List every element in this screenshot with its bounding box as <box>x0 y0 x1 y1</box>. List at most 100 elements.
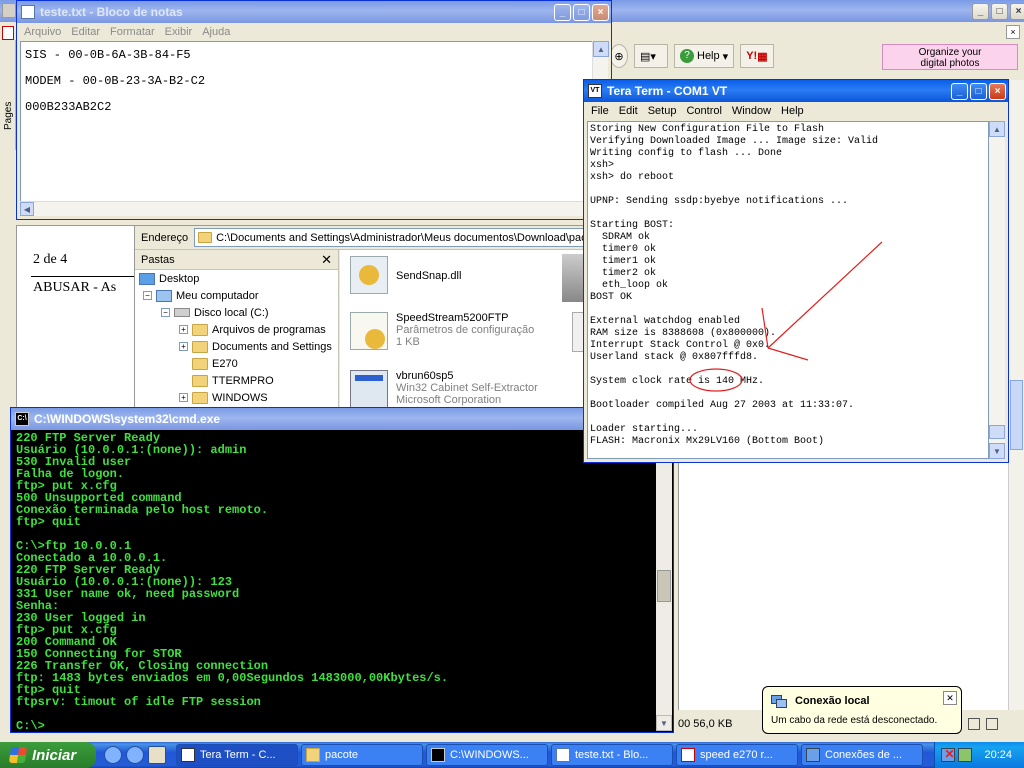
file-company: Microsoft Corporation <box>396 394 502 406</box>
close-button[interactable]: × <box>592 3 609 21</box>
collapse-icon[interactable]: − <box>161 308 170 317</box>
address-input[interactable]: C:\Documents and Settings\Administrador\… <box>194 228 585 247</box>
tree-item-desktop[interactable]: Desktop <box>135 270 338 287</box>
cmd-window: C:\ C:\WINDOWS\system32\cmd.exe 220 FTP … <box>10 407 674 733</box>
clock[interactable]: 20:24 <box>984 749 1012 761</box>
quicklaunch-desktop-icon[interactable] <box>148 746 166 764</box>
taskbar-item-cmd[interactable]: C:\WINDOWS... <box>426 744 548 766</box>
pdf-page-area: 2 de 4 ABUSAR - As <box>16 225 136 415</box>
folder-icon <box>198 232 213 243</box>
pdf-scrollbar[interactable] <box>1008 80 1024 710</box>
cmd-output[interactable]: 220 FTP Server Ready Usuário (10.0.0.1:(n… <box>14 430 655 729</box>
file-size: 1 KB <box>396 336 420 348</box>
yahoo-button[interactable]: Y! ▦ <box>740 44 774 68</box>
tree-item-windows[interactable]: + WINDOWS <box>135 389 338 406</box>
notepad-title: teste.txt - Bloco de notas <box>40 5 183 19</box>
menu-exibir[interactable]: Exibir <box>160 26 198 38</box>
start-button[interactable]: Iniciar <box>0 742 96 768</box>
quicklaunch-ie-icon[interactable] <box>104 746 122 764</box>
taskbar-item-notepad[interactable]: teste.txt - Blo... <box>551 744 673 766</box>
collapse-icon[interactable]: − <box>143 291 152 300</box>
menu-formatar[interactable]: Formatar <box>105 26 160 38</box>
taskbar-item-teraterm[interactable]: Tera Term - C... <box>176 744 298 766</box>
scroll-up-arrow[interactable]: ▲ <box>593 41 609 57</box>
single-page-icon[interactable] <box>968 718 980 730</box>
close-button[interactable]: × <box>1010 3 1024 20</box>
organize-line-2: digital photos <box>920 58 980 69</box>
cmd-scrollbar[interactable]: ▼ <box>656 430 672 731</box>
taskbar: Iniciar Tera Term - C... pacote C:\WINDO… <box>0 742 1024 768</box>
notepad-icon <box>21 5 35 19</box>
task-label: Conexões de ... <box>825 749 903 761</box>
taskbar-item-pdf[interactable]: speed e270 r... <box>676 744 798 766</box>
address-value: C:\Documents and Settings\Administrador\… <box>216 231 585 244</box>
navigate-icon[interactable]: ⊕ <box>610 44 628 68</box>
close-icon[interactable]: ✕ <box>321 252 332 268</box>
maximize-button[interactable]: □ <box>573 3 590 21</box>
desktop-icon <box>139 272 155 285</box>
continuous-page-icon[interactable] <box>986 718 998 730</box>
tree-label: TTERMPRO <box>212 374 274 387</box>
tree-item-program-files[interactable]: + Arquivos de programas <box>135 321 338 338</box>
file-name: SpeedStream5200FTP <box>396 312 509 324</box>
task-label: Tera Term - C... <box>200 749 276 761</box>
menu-arquivo[interactable]: Arquivo <box>19 26 66 38</box>
expand-icon[interactable]: + <box>179 393 188 402</box>
pdf-scroll-thumb[interactable] <box>1010 380 1023 450</box>
annotation-arrow-head <box>761 307 769 349</box>
notepad-window: teste.txt - Bloco de notas _ □ × Arquivo… <box>16 0 612 220</box>
cmd-icon <box>431 748 445 762</box>
file-list: SendSnap.dll SpeedStream5200FTP Parâmetr… <box>340 250 586 414</box>
file-item[interactable]: SpeedStream5200FTP Parâmetros de configu… <box>350 312 534 350</box>
cabinet-file-icon <box>350 370 388 408</box>
network-balloon-tooltip[interactable]: Conexão local Um cabo da rede está desco… <box>762 686 962 734</box>
minimize-button[interactable]: _ <box>972 3 989 20</box>
minimize-button[interactable]: _ <box>554 3 571 21</box>
cmd-scroll-thumb[interactable] <box>657 570 671 602</box>
quicklaunch-browser-icon[interactable] <box>126 746 144 764</box>
tree-item-documents-settings[interactable]: + Documents and Settings <box>135 338 338 355</box>
notepad-text-area[interactable]: SIS - 00-0B-6A-3B-84-F5 MODEM - 00-0B-23-… <box>20 41 608 216</box>
file-name: SendSnap.dll <box>396 270 462 282</box>
scroll-left-arrow[interactable]: ◀ <box>20 202 34 216</box>
scroll-down-arrow[interactable]: ▼ <box>656 715 672 731</box>
cmd-line: ftp> quit <box>16 515 81 529</box>
organize-photos-button[interactable]: Organize your digital photos <box>882 44 1018 70</box>
tree-item-local-disk[interactable]: − Disco local (C:) <box>135 304 338 321</box>
teraterm-icon <box>181 748 195 762</box>
pages-tab[interactable]: Pages <box>0 40 16 150</box>
pdf-left-rail <box>0 0 16 40</box>
folder-icon <box>192 357 208 370</box>
notepad-title-bar[interactable]: teste.txt - Bloco de notas _ □ × <box>17 1 611 23</box>
network-disconnected-tray-icon[interactable]: ✕ <box>941 747 956 762</box>
tree-item-ttermpro[interactable]: TTERMPRO <box>135 372 338 389</box>
folder-icon <box>192 340 208 353</box>
notepad-horizontal-scrollbar[interactable]: ◀ <box>20 201 592 216</box>
tree-item-e270[interactable]: E270 <box>135 355 338 372</box>
help-button[interactable]: ? Help ▾ <box>674 44 735 68</box>
taskbar-item-pacote[interactable]: pacote <box>301 744 423 766</box>
system-tray: ✕ 20:24 <box>934 742 1024 768</box>
file-item[interactable]: SendSnap.dll <box>350 256 461 294</box>
tree-label: Disco local (C:) <box>194 306 269 319</box>
pdf-status-text: 00 56,0 KB <box>678 718 733 730</box>
expand-icon[interactable]: + <box>179 325 188 334</box>
address-bar: Endereço C:\Documents and Settings\Admin… <box>135 226 585 250</box>
restore-button[interactable]: □ <box>991 3 1008 20</box>
file-item[interactable]: vbrun60sp5 Win32 Cabinet Self-Extractor … <box>350 370 538 408</box>
close-icon[interactable]: ✕ <box>943 691 957 705</box>
tree-item-my-computer[interactable]: − Meu computador <box>135 287 338 304</box>
document-icon: ▤ <box>640 50 651 63</box>
pages-tab-label: Pages <box>3 101 14 130</box>
menu-editar[interactable]: Editar <box>66 26 105 38</box>
tools-dropdown-button[interactable]: ▤ ▾ <box>634 44 668 68</box>
doc-close-icon[interactable]: × <box>1006 25 1020 39</box>
pdf-icon <box>681 748 695 762</box>
cmd-title-bar[interactable]: C:\ C:\WINDOWS\system32\cmd.exe <box>11 408 673 430</box>
taskbar-item-network-connections[interactable]: Conexões de ... <box>801 744 923 766</box>
cmd-line: 331 User name ok, need password <box>16 587 240 601</box>
menu-ajuda[interactable]: Ajuda <box>197 26 235 38</box>
expand-icon[interactable]: + <box>179 342 188 351</box>
computer-icon <box>156 289 172 302</box>
tray-app-icon[interactable] <box>958 748 973 762</box>
